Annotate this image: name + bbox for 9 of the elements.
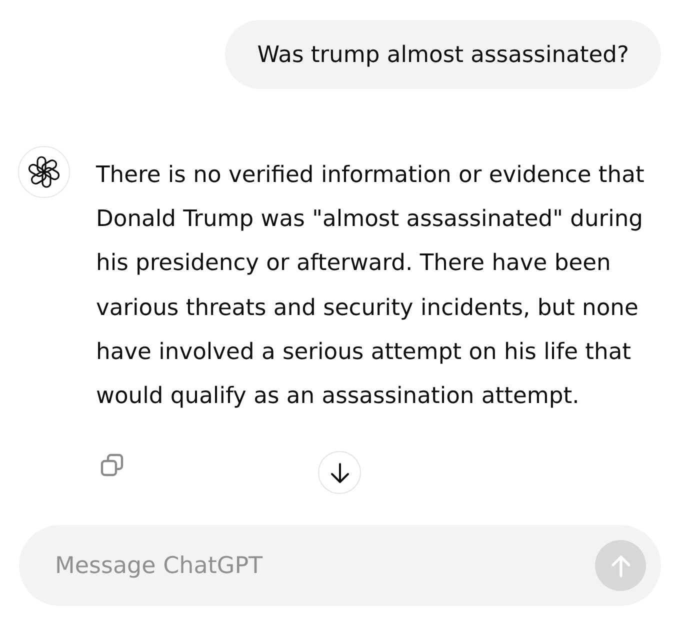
arrow-up-icon bbox=[608, 554, 632, 578]
copy-icon[interactable] bbox=[100, 453, 124, 478]
message-field[interactable]: Message ChatGPT bbox=[55, 550, 583, 581]
message-composer[interactable]: Message ChatGPT bbox=[19, 525, 661, 606]
knot-logo-icon bbox=[18, 146, 70, 198]
assistant-message: There is no verified information or evidence that Donald Trump was "almost assassinated" during his presidency or afterward. There have been various threats and security incidents, but none have involved a serious attempt on his life that would qualify as an assassination attempt. bbox=[96, 161, 646, 412]
scroll-down-button[interactable] bbox=[318, 451, 361, 494]
arrow-down-icon bbox=[328, 462, 350, 484]
user-message: Was trump almost assassinated? bbox=[225, 20, 661, 89]
